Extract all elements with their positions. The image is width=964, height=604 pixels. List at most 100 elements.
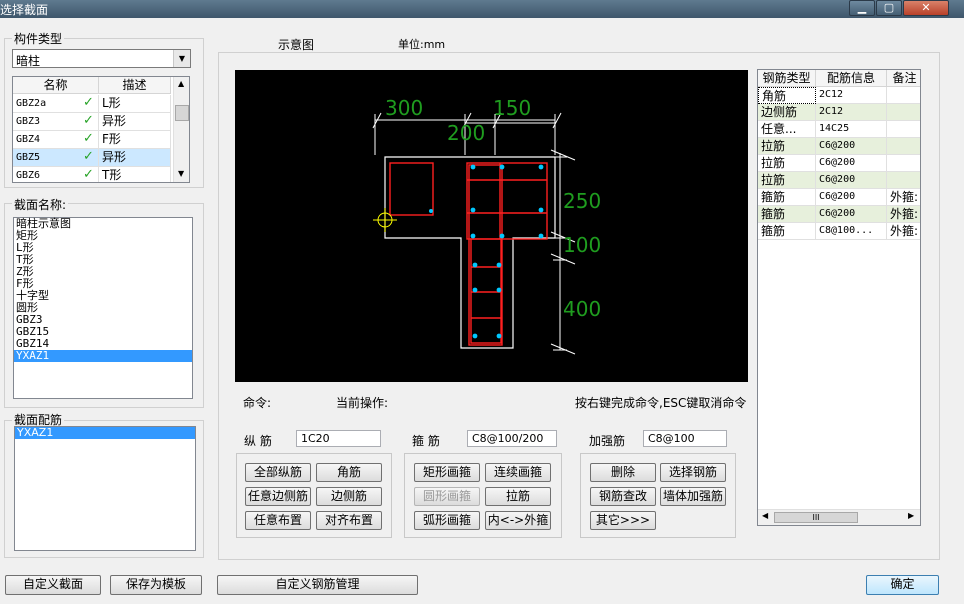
table-row[interactable]: 箍筋 C8@100... 外箍: bbox=[758, 223, 920, 240]
table-row[interactable]: 拉筋 C6@200 bbox=[758, 172, 920, 189]
column-header-name[interactable]: 名称 bbox=[13, 77, 99, 94]
table-row[interactable]: GBZ2a ✓ L形 bbox=[13, 95, 171, 113]
arc-stirrup-button[interactable]: 弧形画箍 bbox=[414, 511, 480, 530]
title-bar: 选择截面 ▁ ▢ ✕ bbox=[0, 0, 964, 18]
other-button[interactable]: 其它>>> bbox=[590, 511, 656, 530]
side-rebar-button[interactable]: 边侧筋 bbox=[316, 487, 382, 506]
table-row[interactable]: 箍筋 C6@200 外箍: bbox=[758, 206, 920, 223]
table-row[interactable]: GBZ5 ✓ 异形 bbox=[13, 149, 171, 167]
table-row[interactable]: 拉筋 C6@200 bbox=[758, 138, 920, 155]
rebar-type: 箍筋 bbox=[758, 189, 816, 206]
close-button[interactable]: ✕ bbox=[903, 0, 949, 16]
rebar-note: 外箍: bbox=[887, 223, 920, 240]
window-title: 选择截面 bbox=[0, 3, 49, 17]
check-icon: ✓ bbox=[83, 131, 94, 146]
section-outline bbox=[384, 156, 556, 349]
component-table-scrollbar[interactable]: ▲ ▼ bbox=[173, 77, 189, 182]
custom-rebar-mgmt-button[interactable]: 自定义钢筋管理 bbox=[217, 575, 418, 595]
long-rebar-input[interactable]: 1C20 bbox=[296, 430, 381, 447]
section-rebar-list[interactable]: YXAZ1 bbox=[14, 426, 196, 551]
any-layout-button[interactable]: 任意布置 bbox=[245, 511, 311, 530]
list-item[interactable]: Z形 bbox=[14, 266, 192, 278]
column-header-rebar-info[interactable]: 配筋信息 bbox=[816, 70, 887, 87]
dim-top-3: 200 bbox=[447, 121, 485, 145]
table-row[interactable]: 任意... 14C25 bbox=[758, 121, 920, 138]
component-type-select[interactable]: 暗柱 ▼ bbox=[12, 49, 191, 68]
section-drawing-canvas[interactable]: 300 150 200 250 100 400 bbox=[235, 70, 748, 382]
list-item[interactable]: L形 bbox=[14, 242, 192, 254]
list-item[interactable]: 十字型 bbox=[14, 290, 192, 302]
section-rebar-item[interactable]: YXAZ1 bbox=[15, 427, 195, 439]
rebar-note: 外箍: bbox=[887, 206, 920, 223]
rebar-type: 拉筋 bbox=[758, 155, 816, 172]
current-op-label: 当前操作: bbox=[336, 396, 389, 410]
rebar-type: 箍筋 bbox=[758, 223, 816, 240]
list-item[interactable]: T形 bbox=[14, 254, 192, 266]
component-desc: T形 bbox=[99, 167, 171, 182]
hscroll-thumb[interactable]: III bbox=[774, 512, 858, 523]
rebar-info: 2C12 bbox=[816, 87, 887, 104]
column-header-rebar-type[interactable]: 钢筋类型 bbox=[758, 70, 816, 87]
dim-top-1: 300 bbox=[385, 96, 423, 120]
table-row[interactable]: 边侧筋 2C12 bbox=[758, 104, 920, 121]
save-template-button[interactable]: 保存为模板 bbox=[110, 575, 202, 595]
check-icon: ✓ bbox=[83, 167, 94, 182]
table-row[interactable]: 拉筋 C6@200 bbox=[758, 155, 920, 172]
maximize-button[interactable]: ▢ bbox=[876, 0, 902, 16]
table-row[interactable]: GBZ6 ✓ T形 bbox=[13, 167, 171, 182]
any-side-rebar-button[interactable]: 任意边侧筋 bbox=[245, 487, 311, 506]
table-row[interactable]: 箍筋 C6@200 外箍: bbox=[758, 189, 920, 206]
scroll-thumb[interactable] bbox=[175, 105, 189, 121]
corner-rebar-button[interactable]: 角筋 bbox=[316, 463, 382, 482]
component-desc: 异形 bbox=[99, 149, 171, 167]
custom-section-button[interactable]: 自定义截面 bbox=[5, 575, 101, 595]
table-row[interactable]: GBZ4 ✓ F形 bbox=[13, 131, 171, 149]
table-row[interactable]: 角筋 2C12 bbox=[758, 87, 920, 104]
continuous-stirrup-button[interactable]: 连续画箍 bbox=[485, 463, 551, 482]
rebar-type: 任意... bbox=[758, 121, 816, 138]
column-header-note[interactable]: 备注 bbox=[887, 70, 920, 87]
component-desc: 异形 bbox=[99, 113, 171, 131]
all-long-rebar-button[interactable]: 全部纵筋 bbox=[245, 463, 311, 482]
table-row[interactable]: GBZ3 ✓ 异形 bbox=[13, 113, 171, 131]
delete-button[interactable]: 删除 bbox=[590, 463, 656, 482]
align-layout-button[interactable]: 对齐布置 bbox=[316, 511, 382, 530]
rebar-table-hscrollbar[interactable]: ◀ III ▶ bbox=[758, 509, 920, 525]
wall-strengthen-button[interactable]: 墙体加强筋 bbox=[660, 487, 726, 506]
rebar-info: C6@200 bbox=[816, 138, 887, 155]
close-icon: ✕ bbox=[921, 1, 931, 14]
component-desc: L形 bbox=[99, 95, 171, 113]
rebar-note bbox=[887, 138, 920, 155]
rebar-info: 14C25 bbox=[816, 121, 887, 138]
list-item[interactable]: YXAZ1 bbox=[14, 350, 192, 362]
column-header-desc[interactable]: 描述 bbox=[99, 77, 171, 94]
strengthen-input[interactable]: C8@100 bbox=[643, 430, 727, 447]
rebar-note bbox=[887, 172, 920, 189]
scroll-up-icon[interactable]: ▲ bbox=[178, 79, 184, 88]
chevron-down-icon: ▼ bbox=[173, 50, 190, 67]
scroll-left-icon[interactable]: ◀ bbox=[762, 511, 768, 520]
select-rebar-button[interactable]: 选择钢筋 bbox=[660, 463, 726, 482]
rebar-info: C6@200 bbox=[816, 172, 887, 189]
stirrup-input[interactable]: C8@100/200 bbox=[467, 430, 557, 447]
section-name-list[interactable]: 暗柱示意图 矩形 L形 T形 Z形 F形 十字型 圆形 GBZ3 GBZ15 GBZ14 YXAZ1 bbox=[13, 217, 193, 399]
dimension-texts: 300 150 200 250 100 400 bbox=[385, 96, 601, 321]
inner-outer-stirrup-button[interactable]: 内<->外箍 bbox=[485, 511, 551, 530]
tie-bar-button[interactable]: 拉筋 bbox=[485, 487, 551, 506]
rebar-note: 外箍: bbox=[887, 189, 920, 206]
rebar-info: C6@200 bbox=[816, 189, 887, 206]
rect-stirrup-button[interactable]: 矩形画箍 bbox=[414, 463, 480, 482]
section-name-label: 截面名称: bbox=[12, 196, 69, 213]
rebar-edit-button[interactable]: 钢筋查改 bbox=[590, 487, 656, 506]
minimize-button[interactable]: ▁ bbox=[849, 0, 875, 16]
command-hint: 按右键完成命令,ESC键取消命令 bbox=[575, 396, 747, 410]
ok-button[interactable]: 确定 bbox=[866, 575, 939, 595]
rebar-table: 钢筋类型 配筋信息 备注 角筋 2C12 边侧筋 2C12 任意... 14C2… bbox=[757, 69, 921, 526]
list-item[interactable]: 矩形 bbox=[14, 230, 192, 242]
dim-right-2: 100 bbox=[563, 233, 601, 257]
strengthen-label: 加强筋 bbox=[589, 434, 626, 448]
scroll-right-icon[interactable]: ▶ bbox=[908, 511, 914, 520]
rebar-info: 2C12 bbox=[816, 104, 887, 121]
list-item[interactable]: 暗柱示意图 bbox=[14, 218, 192, 230]
scroll-down-icon[interactable]: ▼ bbox=[178, 169, 184, 178]
